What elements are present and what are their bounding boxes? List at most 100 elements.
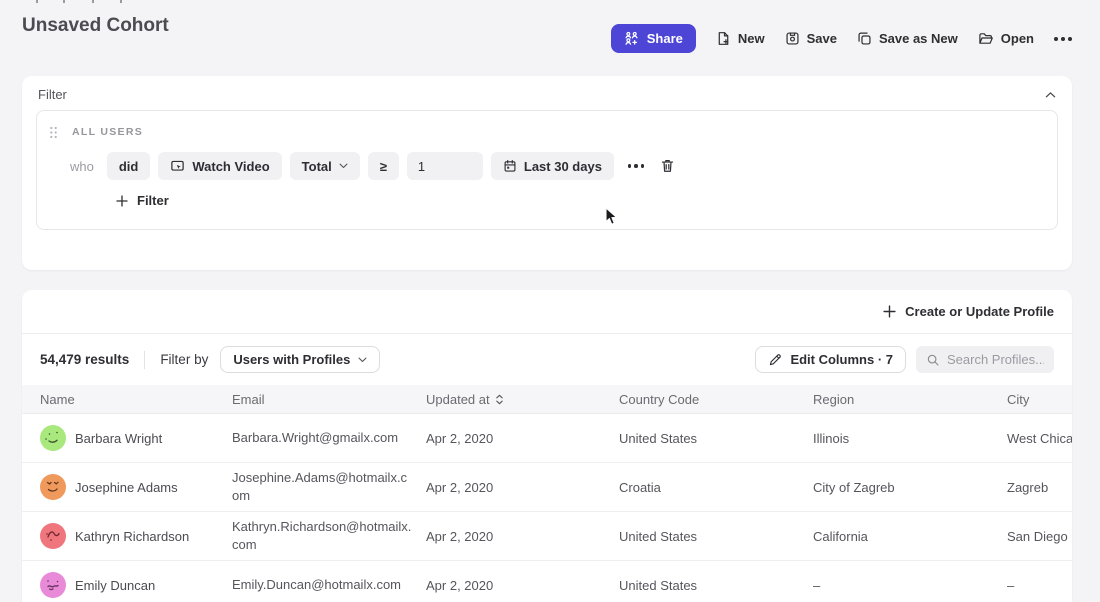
save-as-new-button[interactable]: Save as New — [857, 31, 958, 46]
results-count: 54,479 results — [40, 352, 129, 367]
share-button[interactable]: Share — [611, 24, 696, 53]
search-icon — [926, 353, 940, 367]
profile-email: Kathryn.Richardson@hotmailx.com — [232, 518, 426, 553]
filter-condition-row: who did Watch Video Total — [49, 152, 1045, 180]
aggregation-chip[interactable]: Total — [290, 152, 360, 180]
profile-country: United States — [619, 578, 813, 593]
create-or-update-profile-label: Create or Update Profile — [905, 304, 1054, 319]
collapse-chevron-up-icon[interactable] — [1045, 91, 1056, 99]
profile-updated: Apr 2, 2020 — [426, 431, 619, 446]
profile-country: Croatia — [619, 480, 813, 495]
operator-chip[interactable]: ≥ — [368, 152, 399, 180]
profiles-filter-dropdown[interactable]: Users with Profiles — [220, 346, 380, 373]
new-button-label: New — [738, 31, 765, 46]
results-toolbar: 54,479 results Filter by Users with Prof… — [22, 334, 1072, 385]
add-filter-button[interactable]: Filter — [116, 193, 169, 208]
table-row[interactable]: Barbara Wright Barbara.Wright@gmailx.com… — [22, 414, 1072, 463]
profile-city: West Chicago — [1007, 431, 1072, 446]
aggregation-chip-label: Total — [302, 159, 332, 174]
filter-group-box: ALL USERS who did Watch Video Total — [36, 110, 1058, 230]
filter-panel: Filter ALL USERS who did — [22, 76, 1072, 270]
profiles-search — [916, 346, 1054, 373]
edit-columns-label: Edit Columns · 7 — [790, 352, 893, 367]
filter-group-header: ALL USERS — [49, 124, 1045, 140]
column-header-email: Email — [232, 392, 426, 407]
pencil-icon — [768, 353, 782, 367]
profile-email: Emily.Duncan@hotmailx.com — [232, 576, 426, 594]
save-button[interactable]: Save — [785, 31, 837, 46]
watch-video-icon — [170, 159, 185, 174]
profile-region: California — [813, 529, 1007, 544]
profile-country: United States — [619, 431, 813, 446]
delete-condition-button[interactable] — [658, 156, 677, 176]
chevron-down-icon — [358, 357, 367, 363]
table-row[interactable]: Kathryn Richardson Kathryn.Richardson@ho… — [22, 512, 1072, 561]
profile-city: Zagreb — [1007, 480, 1072, 495]
save-button-label: Save — [807, 31, 837, 46]
add-filter-label: Filter — [137, 193, 169, 208]
profile-updated: Apr 2, 2020 — [426, 529, 619, 544]
column-header-city: City — [1007, 392, 1072, 407]
new-file-icon — [716, 31, 731, 46]
avatar — [40, 425, 66, 451]
avatar — [40, 474, 66, 500]
date-range-chip[interactable]: Last 30 days — [491, 152, 614, 180]
profile-name: Emily Duncan — [75, 578, 155, 593]
column-header-updated-at: Updated at — [426, 392, 619, 407]
event-chip[interactable]: Watch Video — [158, 152, 281, 180]
profile-updated: Apr 2, 2020 — [426, 480, 619, 495]
table-row[interactable]: Josephine Adams Josephine.Adams@hotmailx… — [22, 463, 1072, 512]
open-folder-icon — [978, 31, 994, 46]
sort-icon[interactable] — [495, 394, 504, 405]
who-label: who — [70, 159, 94, 174]
profile-name: Kathryn Richardson — [75, 529, 189, 544]
date-range-chip-label: Last 30 days — [524, 159, 602, 174]
column-header-name: Name — [40, 392, 232, 407]
header-actions: Share New Save Save as New — [611, 24, 1072, 53]
share-users-icon — [624, 31, 639, 46]
share-button-label: Share — [647, 31, 683, 46]
edit-columns-button[interactable]: Edit Columns · 7 — [755, 346, 906, 373]
column-header-region: Region — [813, 392, 1007, 407]
profile-region: Illinois — [813, 431, 1007, 446]
profile-region: – — [813, 578, 1007, 593]
profile-city: – — [1007, 578, 1072, 593]
profile-email: Barbara.Wright@gmailx.com — [232, 429, 426, 447]
profile-city: San Diego — [1007, 529, 1072, 544]
condition-more-button[interactable] — [626, 162, 647, 170]
save-as-new-icon — [857, 31, 872, 46]
profile-name: Josephine Adams — [75, 480, 178, 495]
drag-handle-icon[interactable] — [49, 126, 58, 139]
profile-updated: Apr 2, 2020 — [426, 578, 619, 593]
threshold-value-input[interactable] — [407, 152, 483, 180]
group-label: ALL USERS — [72, 126, 143, 138]
profiles-filter-dropdown-value: Users with Profiles — [233, 352, 350, 367]
save-icon — [785, 31, 800, 46]
chevron-down-icon — [339, 163, 348, 169]
profile-region: City of Zagreb — [813, 480, 1007, 495]
did-chip[interactable]: did — [107, 152, 151, 180]
create-profile-row: Create or Update Profile — [22, 290, 1072, 334]
search-profiles-input[interactable] — [947, 352, 1044, 367]
calendar-icon — [503, 159, 517, 173]
filter-by-label: Filter by — [160, 352, 208, 367]
profile-email: Josephine.Adams@hotmailx.com — [232, 469, 426, 504]
create-or-update-profile-button[interactable]: Create or Update Profile — [883, 304, 1054, 319]
results-panel: Create or Update Profile 54,479 results … — [22, 290, 1072, 602]
new-button[interactable]: New — [716, 31, 765, 46]
page-title: Unsaved Cohort — [22, 15, 169, 37]
profile-name: Barbara Wright — [75, 431, 162, 446]
open-button-label: Open — [1001, 31, 1034, 46]
divider — [144, 351, 145, 369]
open-button[interactable]: Open — [978, 31, 1034, 46]
event-chip-label: Watch Video — [192, 159, 269, 174]
more-actions-button[interactable] — [1054, 37, 1072, 41]
plus-icon — [883, 305, 896, 318]
plus-icon — [116, 195, 128, 207]
more-dots-icon — [1054, 37, 1058, 41]
avatar — [40, 572, 66, 598]
filter-panel-header: Filter — [22, 76, 1072, 110]
filter-panel-label: Filter — [38, 87, 67, 102]
table-row[interactable]: Emily Duncan Emily.Duncan@hotmailx.com A… — [22, 561, 1072, 602]
column-header-country-code: Country Code — [619, 392, 813, 407]
